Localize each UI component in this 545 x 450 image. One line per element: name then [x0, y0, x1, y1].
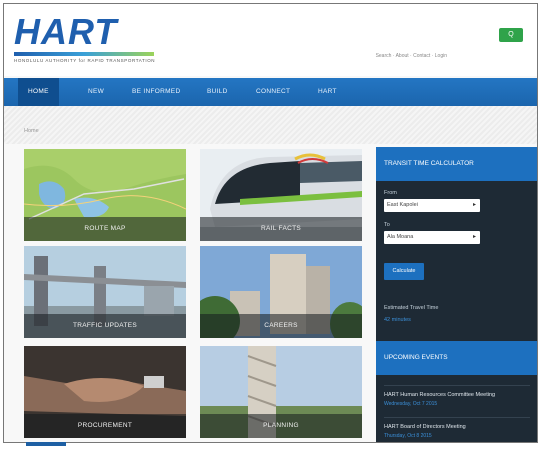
event-item[interactable]: HART Board of Directors Meeting Thursday… [384, 417, 530, 439]
main-nav: HOME NEW BE INFORMED BUILD CONNECT HART [4, 78, 537, 106]
tile-route-map[interactable]: ROUTE MAP [24, 149, 186, 241]
calculator-title: TRANSIT TIME CALCULATOR [376, 147, 537, 181]
nav-item-connect[interactable]: CONNECT [256, 78, 290, 106]
search-button[interactable]: Q [499, 28, 523, 42]
browser-page: HART HONOLULU AUTHORITY for RAPID TRANSP… [3, 3, 538, 443]
to-value: Ala Moana [387, 234, 414, 240]
utility-links[interactable]: Search · About · Contact · Login [376, 53, 447, 59]
event-date: Thursday, Oct 8 2015 [384, 433, 432, 439]
tile-label: CAREERS [200, 314, 362, 338]
tile-planning[interactable]: PLANNING [200, 346, 362, 438]
from-label: From [384, 190, 397, 196]
site-header: HART HONOLULU AUTHORITY for RAPID TRANSP… [4, 4, 537, 76]
tile-label: TRAFFIC UPDATES [24, 314, 186, 338]
events-title: UPCOMING EVENTS [376, 341, 537, 375]
breadcrumb[interactable]: Home [24, 128, 39, 134]
logo-wordmark: HART [14, 11, 118, 52]
calculate-button[interactable]: Calculate [384, 263, 424, 280]
sidebar: TRANSIT TIME CALCULATOR From East Kapole… [376, 147, 537, 442]
nav-item-home[interactable]: HOME [18, 78, 59, 106]
logo-stripe [14, 52, 154, 56]
chevron-down-icon: ▸ [472, 234, 476, 240]
event-date: Wednesday, Oct 7 2015 [384, 401, 438, 407]
from-select[interactable]: East Kapolei ▸ [384, 199, 480, 212]
nav-item-new[interactable]: NEW [88, 78, 104, 106]
tile-label: ROUTE MAP [24, 217, 186, 241]
estimated-time-value: 42 minutes [384, 317, 411, 323]
event-title: HART Board of Directors Meeting [384, 424, 466, 430]
nav-item-build[interactable]: BUILD [207, 78, 228, 106]
logo-tagline: HONOLULU AUTHORITY for RAPID TRANSPORTAT… [14, 58, 156, 63]
more-tab[interactable] [26, 442, 66, 446]
tile-label: PLANNING [200, 414, 362, 438]
chevron-down-icon: ▸ [472, 202, 476, 208]
tile-traffic-updates[interactable]: TRAFFIC UPDATES [24, 246, 186, 338]
tile-rail-facts[interactable]: RAIL FACTS [200, 149, 362, 241]
to-select[interactable]: Ala Moana ▸ [384, 231, 480, 244]
event-item[interactable]: HART Human Resources Committee Meeting W… [384, 385, 530, 407]
breadcrumb-bar: Home [4, 106, 537, 144]
nav-item-be-informed[interactable]: BE INFORMED [132, 78, 180, 106]
tile-label: RAIL FACTS [200, 217, 362, 241]
search-icon: Q [508, 31, 514, 38]
tile-label: PROCUREMENT [24, 414, 186, 438]
hart-logo[interactable]: HART HONOLULU AUTHORITY for RAPID TRANSP… [14, 14, 164, 64]
to-label: To [384, 222, 390, 228]
estimated-time-label: Estimated Travel Time [384, 305, 439, 311]
tile-careers[interactable]: CAREERS [200, 246, 362, 338]
from-value: East Kapolei [387, 202, 418, 208]
event-title: HART Human Resources Committee Meeting [384, 392, 496, 398]
nav-item-hart[interactable]: HART [318, 78, 337, 106]
tile-procurement[interactable]: PROCUREMENT [24, 346, 186, 438]
